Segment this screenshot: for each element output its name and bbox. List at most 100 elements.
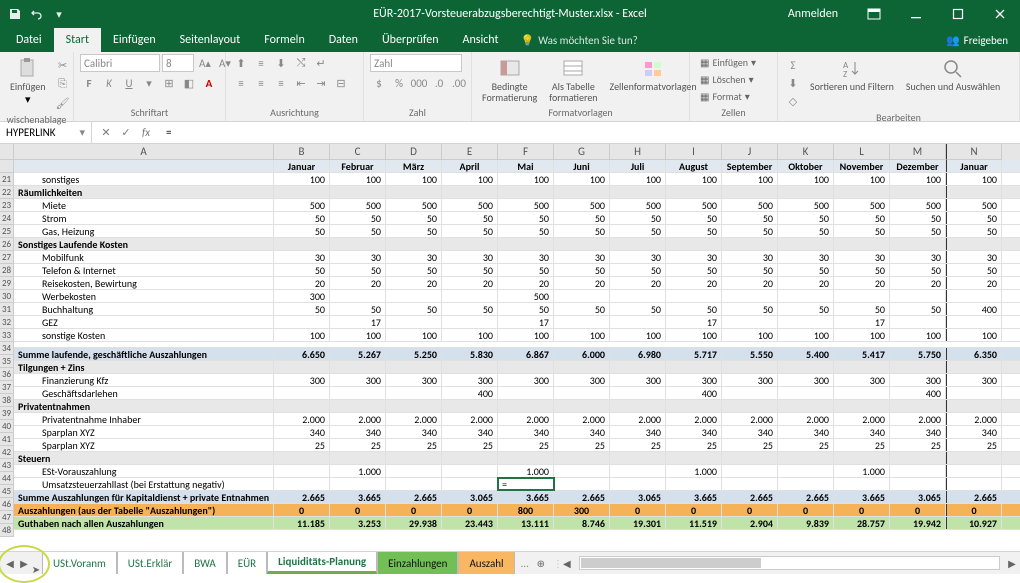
cell[interactable] — [274, 465, 330, 477]
cell[interactable] — [498, 238, 554, 250]
row-header[interactable] — [0, 160, 14, 173]
cell[interactable]: 6.867 — [498, 348, 554, 360]
cell[interactable]: 25 — [946, 439, 1002, 451]
cell[interactable]: 50 — [890, 264, 946, 276]
table-row[interactable]: Mobilfunk30303030303030303030303030 — [14, 251, 1020, 264]
cell[interactable]: 100 — [274, 173, 330, 185]
cell[interactable]: 400 — [442, 387, 498, 399]
cell[interactable] — [386, 478, 442, 490]
sheet-tab[interactable]: Liquiditäts-Planung — [267, 552, 377, 574]
col-header-J[interactable]: J — [722, 144, 778, 160]
column-headers[interactable]: ABCDEFGHIJKLMN — [14, 144, 1020, 160]
cell[interactable] — [722, 186, 778, 198]
cell[interactable] — [274, 452, 330, 464]
row-header[interactable]: 36 — [0, 368, 14, 381]
sheet-tab[interactable]: EÜR — [227, 552, 267, 574]
col-header-B[interactable]: B — [274, 144, 330, 160]
cell[interactable]: 20 — [946, 277, 1002, 289]
cell[interactable]: 300 — [834, 374, 890, 386]
align-center-icon[interactable]: ≡ — [252, 74, 270, 92]
row-header[interactable]: 25 — [0, 225, 14, 238]
cell[interactable]: 3.065 — [890, 491, 946, 503]
sort-filter-button[interactable]: AZSortieren und Filtern — [806, 54, 898, 94]
border-button[interactable]: ⊞ — [160, 74, 178, 92]
sheet-tab[interactable]: Auszahl — [458, 552, 514, 574]
cell[interactable]: 30 — [330, 251, 386, 263]
cell[interactable] — [498, 452, 554, 464]
cell[interactable]: 17 — [330, 316, 386, 328]
cell[interactable] — [666, 186, 722, 198]
table-row[interactable]: sonstiges1001001001001001001001001001001… — [14, 173, 1020, 186]
cell[interactable]: 50 — [442, 212, 498, 224]
cell[interactable] — [890, 186, 946, 198]
cell[interactable]: 100 — [498, 173, 554, 185]
cell[interactable]: 300 — [274, 290, 330, 302]
table-row[interactable]: Gas, Heizung50505050505050505050505050 — [14, 225, 1020, 238]
cell[interactable]: 3.665 — [666, 491, 722, 503]
row-header[interactable]: 35 — [0, 355, 14, 368]
cell[interactable] — [946, 478, 1002, 490]
tab-review[interactable]: Überprüfen — [370, 28, 451, 52]
indent-inc-icon[interactable]: ⇥ — [312, 74, 330, 92]
cell[interactable]: 50 — [778, 303, 834, 315]
cell[interactable]: 25 — [666, 439, 722, 451]
cell[interactable]: 300 — [498, 374, 554, 386]
cell[interactable] — [946, 238, 1002, 250]
cell[interactable]: 50 — [666, 212, 722, 224]
cell[interactable] — [610, 316, 666, 328]
cell[interactable]: 50 — [722, 264, 778, 276]
fx-icon[interactable]: fx — [138, 126, 154, 139]
clear-icon[interactable]: ◇ — [784, 92, 802, 110]
cell[interactable]: Januar — [946, 160, 1002, 172]
cell[interactable] — [274, 361, 330, 373]
cell[interactable]: 100 — [946, 329, 1002, 341]
cell[interactable]: 340 — [722, 426, 778, 438]
cell[interactable] — [946, 400, 1002, 412]
italic-button[interactable]: K — [100, 74, 118, 92]
cell[interactable] — [498, 186, 554, 198]
col-header-H[interactable]: H — [610, 144, 666, 160]
cell[interactable]: 300 — [442, 374, 498, 386]
row-header[interactable]: 23 — [0, 199, 14, 212]
tab-view[interactable]: Ansicht — [451, 28, 511, 52]
maximize-icon[interactable] — [938, 0, 978, 28]
cell[interactable]: 50 — [498, 225, 554, 237]
cell[interactable]: 29.938 — [386, 517, 442, 529]
cell[interactable] — [386, 452, 442, 464]
row-header[interactable]: 38 — [0, 394, 14, 407]
table-row[interactable]: Summe laufende, geschäftliche Auszahlung… — [14, 348, 1020, 361]
cell[interactable]: 5.417 — [834, 348, 890, 360]
cell[interactable]: 30 — [442, 251, 498, 263]
row-header[interactable]: 48 — [0, 524, 14, 537]
cell[interactable]: 2.000 — [274, 413, 330, 425]
cell[interactable] — [442, 361, 498, 373]
cell[interactable]: 300 — [610, 374, 666, 386]
cell[interactable] — [722, 478, 778, 490]
cell[interactable]: 300 — [330, 374, 386, 386]
font-size-combo[interactable]: 8 — [162, 54, 194, 72]
cell[interactable]: 2.000 — [554, 413, 610, 425]
cell[interactable]: 50 — [386, 225, 442, 237]
table-row[interactable]: Geschäftsdarlehen400400400 — [14, 387, 1020, 400]
cell[interactable] — [666, 400, 722, 412]
cell[interactable] — [274, 186, 330, 198]
cell[interactable]: 50 — [498, 264, 554, 276]
row-header[interactable]: 32 — [0, 316, 14, 329]
row-header[interactable]: 41 — [0, 433, 14, 446]
cell[interactable]: 100 — [498, 329, 554, 341]
cell[interactable] — [946, 316, 1002, 328]
table-row[interactable]: Tilgungen + Zins — [14, 361, 1020, 374]
paste-button[interactable]: Einfügen▾ — [6, 54, 50, 108]
cell[interactable]: 6.350 — [946, 348, 1002, 360]
cell[interactable]: 340 — [554, 426, 610, 438]
cell[interactable]: 25 — [442, 439, 498, 451]
cell[interactable]: 50 — [778, 212, 834, 224]
cell[interactable]: 50 — [274, 212, 330, 224]
cell[interactable] — [890, 478, 946, 490]
cell[interactable]: November — [834, 160, 890, 172]
cell[interactable]: 340 — [946, 426, 1002, 438]
table-row[interactable]: Miete50050050050050050050050050050050050… — [14, 199, 1020, 212]
cell[interactable] — [666, 238, 722, 250]
worksheet-grid[interactable]: ABCDEFGHIJKLMN 2122232425262728293031323… — [0, 144, 1020, 551]
cell[interactable]: 25 — [554, 439, 610, 451]
